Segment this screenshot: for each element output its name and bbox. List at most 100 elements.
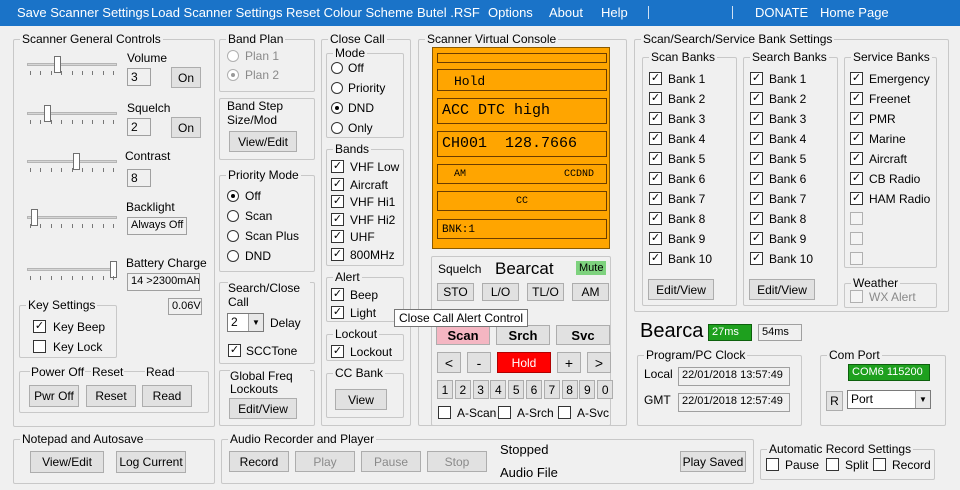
cc-mode-only-radio[interactable] xyxy=(331,122,343,134)
squelch-slider[interactable] xyxy=(27,102,117,126)
cc-bank-view-button[interactable]: View xyxy=(335,389,387,410)
plan-2-radio[interactable] xyxy=(227,69,239,81)
service-bank-empty-checkbox[interactable] xyxy=(850,252,863,265)
svc-button[interactable]: Svc xyxy=(556,325,610,345)
service-bank-empty-checkbox[interactable] xyxy=(850,232,863,245)
stop-button[interactable]: Stop xyxy=(427,451,487,472)
menu-help[interactable]: Help xyxy=(601,5,628,20)
digit-3-button[interactable]: 3 xyxy=(472,380,489,399)
bank-checkbox[interactable]: ✓ xyxy=(750,92,763,105)
search-banks-edit-view-button[interactable]: Edit/View xyxy=(749,279,815,300)
chevron-down-icon[interactable]: ▼ xyxy=(248,314,263,331)
volume-on-button[interactable]: On xyxy=(171,67,201,88)
bank-checkbox[interactable]: ✓ xyxy=(649,192,662,205)
bank-checkbox[interactable]: ✓ xyxy=(649,72,662,85)
scan-button[interactable]: Scan xyxy=(436,325,490,345)
minus-button[interactable]: - xyxy=(467,352,491,373)
digit-8-button[interactable]: 8 xyxy=(561,380,578,399)
bank-checkbox[interactable]: ✓ xyxy=(850,172,863,185)
chevron-down-icon[interactable]: ▼ xyxy=(915,391,930,408)
play-saved-button[interactable]: Play Saved xyxy=(680,451,746,472)
cc-mode-off-radio[interactable] xyxy=(331,62,343,74)
menu-reset-colour-scheme[interactable]: Reset Colour Scheme xyxy=(286,5,413,20)
priority-off-radio[interactable] xyxy=(227,190,239,202)
bank-checkbox[interactable]: ✓ xyxy=(850,92,863,105)
cc-light-checkbox[interactable]: ✓ xyxy=(331,306,344,319)
digit-7-button[interactable]: 7 xyxy=(543,380,560,399)
service-bank-empty-checkbox[interactable] xyxy=(850,212,863,225)
priority-scan-radio[interactable] xyxy=(227,210,239,222)
bank-checkbox[interactable]: ✓ xyxy=(850,152,863,165)
bank-checkbox[interactable]: ✓ xyxy=(750,72,763,85)
a-svc-checkbox[interactable] xyxy=(558,406,571,419)
cc-band-checkbox[interactable]: ✓ xyxy=(331,247,344,261)
bank-checkbox[interactable]: ✓ xyxy=(750,212,763,225)
digit-2-button[interactable]: 2 xyxy=(454,380,471,399)
left-arrow-button[interactable]: < xyxy=(437,352,461,373)
a-srch-checkbox[interactable] xyxy=(498,406,511,419)
menu-save-scanner-settings[interactable]: Save Scanner Settings xyxy=(17,5,149,20)
cc-band-checkbox[interactable]: ✓ xyxy=(331,177,344,191)
slider-thumb[interactable] xyxy=(72,153,80,170)
auto-record-checkbox[interactable] xyxy=(873,458,886,471)
cc-lockout-checkbox[interactable]: ✓ xyxy=(331,345,344,358)
record-button[interactable]: Record xyxy=(229,451,289,472)
bank-checkbox[interactable]: ✓ xyxy=(750,192,763,205)
bank-checkbox[interactable]: ✓ xyxy=(750,132,763,145)
bank-checkbox[interactable]: ✓ xyxy=(750,152,763,165)
cc-band-checkbox[interactable]: ✓ xyxy=(331,212,344,226)
digit-5-button[interactable]: 5 xyxy=(508,380,525,399)
srch-button[interactable]: Srch xyxy=(496,325,550,345)
global-freq-edit-view-button[interactable]: Edit/View xyxy=(229,398,297,419)
bank-checkbox[interactable]: ✓ xyxy=(850,112,863,125)
bank-checkbox[interactable]: ✓ xyxy=(750,172,763,185)
digit-9-button[interactable]: 9 xyxy=(579,380,596,399)
hold-button[interactable]: Hold xyxy=(497,352,551,373)
bank-checkbox[interactable]: ✓ xyxy=(649,172,662,185)
menu-home-page[interactable]: Home Page xyxy=(820,5,889,20)
log-current-button[interactable]: Log Current xyxy=(116,451,186,473)
key-lock-checkbox[interactable] xyxy=(33,340,46,353)
backlight-slider[interactable] xyxy=(27,206,117,230)
cc-beep-checkbox[interactable]: ✓ xyxy=(331,288,344,301)
bank-checkbox[interactable]: ✓ xyxy=(850,132,863,145)
bank-checkbox[interactable]: ✓ xyxy=(649,112,662,125)
bank-checkbox[interactable]: ✓ xyxy=(850,192,863,205)
plan-1-radio[interactable] xyxy=(227,50,239,62)
bank-checkbox[interactable]: ✓ xyxy=(649,132,662,145)
menu-about[interactable]: About xyxy=(549,5,583,20)
cc-mode-priority-radio[interactable] xyxy=(331,82,343,94)
menu-load-scanner-settings[interactable]: Load Scanner Settings xyxy=(151,5,283,20)
bank-checkbox[interactable]: ✓ xyxy=(750,232,763,245)
scan-banks-edit-view-button[interactable]: Edit/View xyxy=(648,279,714,300)
battery-charge-slider[interactable] xyxy=(27,258,117,282)
wx-alert-checkbox[interactable] xyxy=(850,290,863,303)
menu-options[interactable]: Options xyxy=(488,5,533,20)
slider-thumb[interactable] xyxy=(31,209,39,226)
cc-mode-dnd-radio[interactable] xyxy=(331,102,343,114)
cc-band-checkbox[interactable]: ✓ xyxy=(331,160,344,173)
lo-button[interactable]: L/O xyxy=(482,283,519,301)
key-beep-checkbox[interactable]: ✓ xyxy=(33,320,46,333)
cc-band-checkbox[interactable]: ✓ xyxy=(331,195,344,208)
menu-donate[interactable]: DONATE xyxy=(755,5,808,20)
search-delay-select[interactable]: 2 ▼ xyxy=(227,313,264,332)
slider-thumb[interactable] xyxy=(43,105,51,122)
menu-butel-rsf[interactable]: Butel .RSF xyxy=(417,5,480,20)
volume-slider[interactable] xyxy=(27,53,117,77)
digit-1-button[interactable]: 1 xyxy=(437,380,453,399)
contrast-slider[interactable] xyxy=(27,150,117,174)
auto-split-checkbox[interactable] xyxy=(826,458,839,471)
reset-button[interactable]: Reset xyxy=(86,385,136,407)
pwr-off-button[interactable]: Pwr Off xyxy=(29,385,79,407)
notepad-view-edit-button[interactable]: View/Edit xyxy=(30,451,104,473)
com-port-select[interactable]: Port ▼ xyxy=(847,390,931,409)
bank-checkbox[interactable]: ✓ xyxy=(649,92,662,105)
read-button[interactable]: Read xyxy=(142,385,192,407)
bank-checkbox[interactable]: ✓ xyxy=(649,252,662,265)
bank-checkbox[interactable]: ✓ xyxy=(750,112,763,125)
right-arrow-button[interactable]: > xyxy=(587,352,611,373)
com-port-refresh-button[interactable]: R xyxy=(826,391,843,411)
bank-checkbox[interactable]: ✓ xyxy=(649,152,662,165)
plus-button[interactable]: + xyxy=(557,352,581,373)
